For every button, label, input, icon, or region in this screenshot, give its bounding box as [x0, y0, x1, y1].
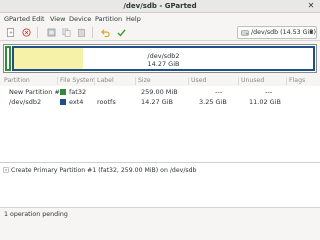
cell-unused: --- [265, 88, 273, 96]
status-text: 1 operation pending [4, 211, 68, 218]
column-used[interactable]: Used [191, 77, 207, 84]
menu-view[interactable]: View [50, 15, 65, 23]
menu-edit[interactable]: Edit [32, 15, 45, 23]
apply-icon[interactable] [116, 27, 127, 38]
partition-list: New Partition #1 fat32 259.00 MiB --- --… [0, 86, 320, 162]
column-partition[interactable]: Partition [4, 77, 30, 84]
toolbar-separator [37, 27, 38, 38]
partition-block-size: 14.27 GiB [147, 60, 180, 68]
copy-icon[interactable] [61, 27, 72, 38]
menu-gparted[interactable]: GParted [4, 15, 30, 23]
pending-operation-text: Create Primary Partition #1 (fat32, 259.… [11, 167, 197, 174]
column-separator [135, 77, 136, 85]
new-icon[interactable] [5, 27, 16, 38]
filesystem-color-swatch [60, 99, 66, 105]
menu-help[interactable]: Help [126, 15, 141, 23]
cell-used: 3.25 GiB [199, 98, 227, 106]
filesystem-color-swatch [60, 89, 66, 95]
paste-icon[interactable] [76, 27, 87, 38]
column-filesystem[interactable]: File System [60, 77, 95, 84]
cell-label: rootfs [97, 98, 116, 106]
column-label[interactable]: Label [97, 77, 114, 84]
column-separator [238, 77, 239, 85]
cell-filesystem: fat32 [69, 88, 87, 96]
menu-partition[interactable]: Partition [95, 15, 122, 23]
column-flags[interactable]: Flags [289, 77, 305, 84]
create-operation-icon [3, 167, 9, 173]
chevron-down-icon: ▾ [309, 28, 313, 36]
menu-bar: GParted Edit View Device Partition Help [0, 13, 320, 24]
undo-icon[interactable] [100, 27, 111, 38]
pending-operations-pane: Create Primary Partition #1 (fat32, 259.… [0, 162, 320, 207]
table-row[interactable]: New Partition #1 fat32 259.00 MiB --- --… [0, 87, 320, 97]
cell-used: --- [215, 88, 223, 96]
cell-partition: /dev/sdb2 [9, 98, 42, 106]
window-title: /dev/sdb - GParted [123, 2, 197, 10]
cell-size: 14.27 GiB [141, 98, 173, 106]
column-separator [188, 77, 189, 85]
disk-map: /dev/sdb2 14.27 GiB [3, 44, 317, 73]
delete-icon[interactable] [21, 27, 32, 38]
device-selector[interactable]: /dev/sdb (14.53 GiB) ▾ [237, 26, 317, 39]
partition-block-new-1[interactable] [5, 46, 11, 71]
partition-block-name: /dev/sdb2 [147, 52, 180, 60]
table-row[interactable]: /dev/sdb2 ext4 rootfs 14.27 GiB 3.25 GiB… [0, 97, 320, 107]
partition-block-sdb2[interactable]: /dev/sdb2 14.27 GiB [12, 46, 315, 71]
drive-icon [241, 30, 249, 36]
close-icon[interactable]: ✕ [306, 1, 316, 11]
cell-size: 259.00 MiB [141, 88, 178, 96]
cell-unused: 11.02 GiB [249, 98, 281, 106]
menu-device[interactable]: Device [69, 15, 91, 23]
device-selector-value: /dev/sdb (14.53 GiB) [251, 29, 317, 36]
toolbar-separator [92, 27, 93, 38]
resize-move-icon[interactable] [46, 27, 57, 38]
pending-operation-item[interactable]: Create Primary Partition #1 (fat32, 259.… [3, 167, 196, 174]
cell-filesystem: ext4 [69, 98, 84, 106]
title-bar: /dev/sdb - GParted ✕ [0, 0, 320, 13]
cell-partition: New Partition #1 [9, 88, 64, 96]
column-separator [94, 77, 95, 85]
status-bar: 1 operation pending [0, 207, 320, 221]
column-separator [57, 77, 58, 85]
column-size[interactable]: Size [138, 77, 151, 84]
column-unused[interactable]: Unused [241, 77, 264, 84]
partition-table-header: Partition File System Label Size Used Un… [0, 76, 320, 86]
column-separator [286, 77, 287, 85]
